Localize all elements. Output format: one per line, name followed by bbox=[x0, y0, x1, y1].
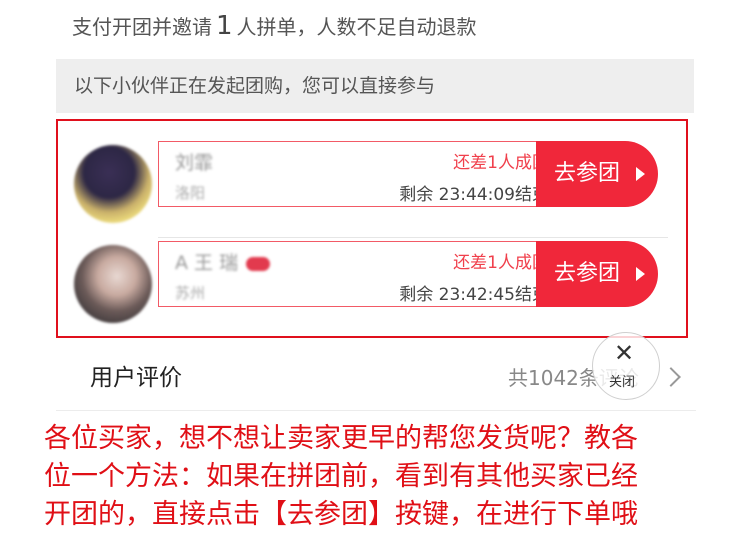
rule-count: 1 bbox=[216, 11, 233, 41]
join-group-button[interactable]: 去参团 bbox=[536, 141, 658, 207]
notice-line: 各位买家，想不想让卖家更早的帮您发货呢？教各 bbox=[44, 423, 638, 454]
notice-line: 位一个方法：如果在拼团前，看到有其他买家已经 bbox=[44, 461, 638, 492]
group-leader-name: 刘霏 bbox=[175, 152, 214, 174]
group-row: A 王 瑞 苏州 还差1人成团 剩余 23:42:45结束 去参团 bbox=[58, 233, 686, 333]
group-info: 刘霏 洛阳 还差1人成团 剩余 23:44:09结束 bbox=[158, 141, 559, 207]
rule-suffix: 人拼单，人数不足自动退款 bbox=[236, 15, 477, 39]
reviews-title: 用户评价 bbox=[90, 365, 182, 391]
ongoing-groups-banner: 以下小伙伴正在发起团购，您可以直接参与 bbox=[56, 59, 694, 113]
group-rule-note: 支付开团并邀请 1 人拼单，人数不足自动退款 bbox=[72, 8, 477, 44]
join-group-button[interactable]: 去参团 bbox=[536, 241, 658, 307]
close-icon: ✕ bbox=[614, 339, 635, 367]
group-leader-name-text: A 王 瑞 bbox=[175, 252, 239, 274]
avatar bbox=[74, 145, 152, 223]
group-leader-name: A 王 瑞 bbox=[175, 248, 271, 275]
badge-icon bbox=[246, 256, 271, 271]
members-needed: 还差1人成团 bbox=[453, 153, 549, 173]
close-button[interactable]: ✕ 关闭 bbox=[592, 332, 660, 400]
join-group-label: 去参团 bbox=[554, 161, 621, 186]
notice-line: 开团的，直接点击【去参团】按键，在进行下单哦 bbox=[44, 499, 638, 530]
seller-notice: 各位买家，想不想让卖家更早的帮您发货呢？教各 位一个方法：如果在拼团前，看到有其… bbox=[44, 420, 724, 534]
group-leader-city: 洛阳 bbox=[175, 184, 206, 202]
divider bbox=[56, 410, 696, 411]
time-remaining: 剩余 23:44:09结束 bbox=[399, 185, 549, 205]
arrow-right-icon bbox=[636, 167, 645, 181]
rule-prefix: 支付开团并邀请 bbox=[72, 15, 212, 39]
arrow-right-icon bbox=[636, 267, 645, 281]
ongoing-groups-list: 刘霏 洛阳 还差1人成团 剩余 23:44:09结束 去参团 A 王 瑞 苏州 … bbox=[56, 119, 688, 338]
group-row: 刘霏 洛阳 还差1人成团 剩余 23:44:09结束 去参团 bbox=[58, 133, 686, 238]
join-group-label: 去参团 bbox=[554, 261, 621, 286]
ongoing-groups-text: 以下小伙伴正在发起团购，您可以直接参与 bbox=[74, 75, 436, 97]
time-remaining: 剩余 23:42:45结束 bbox=[399, 285, 549, 305]
group-leader-city: 苏州 bbox=[175, 284, 206, 302]
avatar bbox=[74, 245, 152, 323]
group-info: A 王 瑞 苏州 还差1人成团 剩余 23:42:45结束 bbox=[158, 241, 559, 307]
close-label: 关闭 bbox=[609, 375, 636, 390]
members-needed: 还差1人成团 bbox=[453, 253, 549, 273]
chevron-right-icon bbox=[661, 367, 681, 387]
